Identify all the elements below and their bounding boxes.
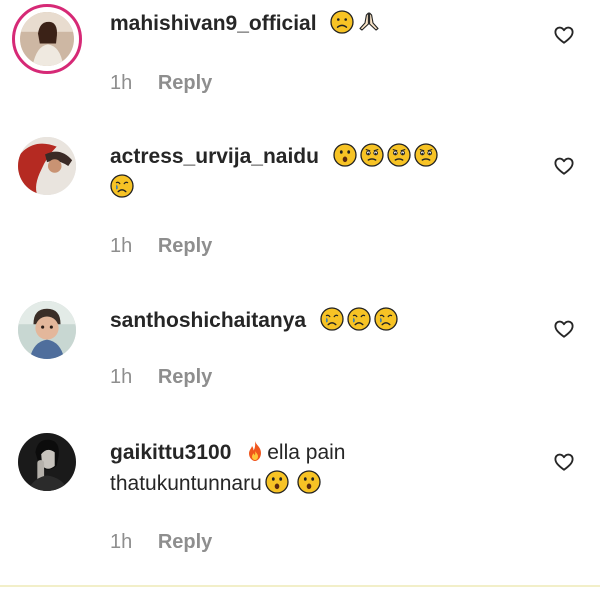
username[interactable]: mahishivan9_official <box>110 12 317 35</box>
reply-button[interactable]: Reply <box>158 235 212 257</box>
slightly-frowning-face-emoji <box>387 143 411 167</box>
crying-face-emoji <box>320 307 344 331</box>
timestamp: 1h <box>110 366 133 388</box>
comment-text: gaikittu3100 ella pain thatukuntunnaru <box>110 437 530 499</box>
slightly-frowning-face-emoji <box>360 143 384 167</box>
avatar-with-story-ring[interactable] <box>12 4 82 74</box>
avatar[interactable] <box>18 137 76 195</box>
comment-meta: 1h Reply <box>110 235 212 258</box>
comment-text: actress_urvija_naidu <box>110 141 530 203</box>
comment-body-line2: thatukuntunnaru <box>110 472 262 495</box>
comment-meta: 1h Reply <box>110 72 212 95</box>
like-heart-icon[interactable] <box>553 451 575 473</box>
like-heart-icon[interactable] <box>553 155 575 177</box>
like-heart-icon[interactable] <box>553 318 575 340</box>
comment-text: santhoshichaitanya <box>110 305 530 336</box>
timestamp: 1h <box>110 235 133 257</box>
folded-hands-emoji <box>357 10 381 34</box>
timestamp: 1h <box>110 531 133 553</box>
astonished-face-emoji <box>297 470 321 494</box>
avatar-image <box>18 433 76 491</box>
username[interactable]: gaikittu3100 <box>110 441 231 464</box>
crying-face-emoji <box>374 307 398 331</box>
fire-emoji <box>243 439 267 463</box>
astonished-face-emoji <box>333 143 357 167</box>
reply-button[interactable]: Reply <box>158 531 212 553</box>
comment-meta: 1h Reply <box>110 366 212 389</box>
reply-button[interactable]: Reply <box>158 366 212 388</box>
username[interactable]: santhoshichaitanya <box>110 309 306 332</box>
comment-meta: 1h Reply <box>110 531 212 554</box>
username[interactable]: actress_urvija_naidu <box>110 145 319 168</box>
bottom-divider <box>0 585 600 587</box>
avatar-image <box>18 301 76 359</box>
slightly-frowning-face-emoji <box>414 143 438 167</box>
frowning-face-emoji <box>330 10 354 34</box>
avatar[interactable] <box>18 433 76 491</box>
comment-text: mahishivan9_official <box>110 8 530 39</box>
avatar[interactable] <box>18 301 76 359</box>
avatar-image <box>20 12 74 66</box>
timestamp: 1h <box>110 72 133 94</box>
like-heart-icon[interactable] <box>553 24 575 46</box>
avatar-image <box>18 137 76 195</box>
crying-face-emoji <box>110 174 134 198</box>
comment-body-line1: ella pain <box>267 441 346 464</box>
crying-face-emoji <box>347 307 371 331</box>
reply-button[interactable]: Reply <box>158 72 212 94</box>
astonished-face-emoji <box>265 470 289 494</box>
